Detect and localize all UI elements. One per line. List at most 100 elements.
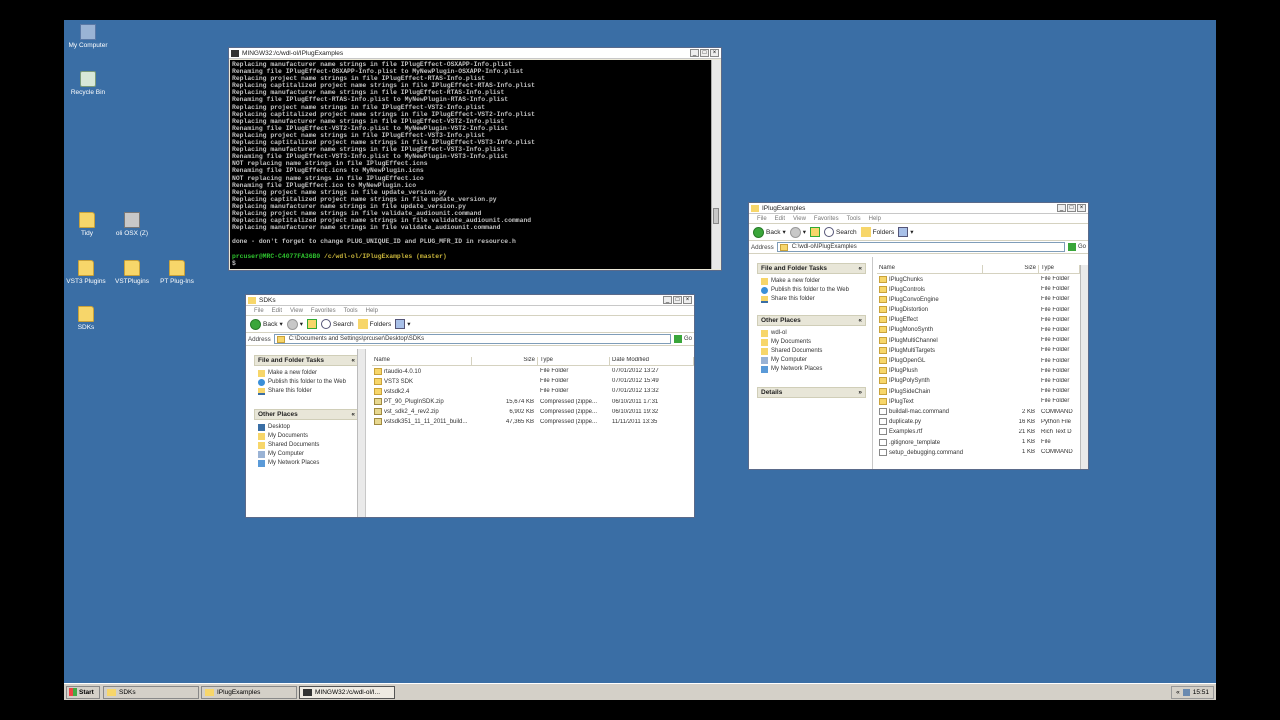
forward-button[interactable]: ▾ <box>286 318 303 330</box>
go-button[interactable]: Go <box>1067 243 1086 251</box>
collapse-icon[interactable]: « <box>351 357 355 364</box>
panel-header[interactable]: Details » <box>757 387 866 398</box>
file-row[interactable]: IPlugControls File Folder <box>877 284 1088 294</box>
network-status-icon[interactable] <box>1182 688 1190 696</box>
column-size[interactable]: Size <box>472 357 538 365</box>
sdks-titlebar[interactable]: SDKs _ □ × <box>246 295 694 306</box>
maximize-button[interactable]: □ <box>1067 204 1076 212</box>
search-button[interactable]: Search <box>823 227 857 237</box>
close-button[interactable]: × <box>683 296 692 304</box>
desktop-icon-pt-plugins[interactable]: PT Plug-Ins <box>153 260 201 286</box>
task-pane-scrollbar[interactable] <box>357 349 365 517</box>
close-button[interactable]: × <box>710 49 719 57</box>
console-window[interactable]: MINGW32:/c/wdl-ol/IPlugExamples _ □ × Re… <box>228 47 722 271</box>
menu-view[interactable]: View <box>290 308 303 314</box>
panel-header[interactable]: Other Places « <box>757 315 866 326</box>
file-row[interactable]: IPlugEffect File Folder <box>877 315 1088 325</box>
file-row[interactable]: IPlugPolySynth File Folder <box>877 376 1088 386</box>
task-make-folder[interactable]: Make a new folder <box>258 369 355 378</box>
forward-button[interactable]: ▾ <box>789 226 806 238</box>
file-row[interactable]: IPlugDistortion File Folder <box>877 305 1088 315</box>
maximize-button[interactable]: □ <box>673 296 682 304</box>
file-row[interactable]: IPlugConvoEngine File Folder <box>877 294 1088 304</box>
console-titlebar[interactable]: MINGW32:/c/wdl-ol/IPlugExamples _ □ × <box>229 48 721 59</box>
column-name[interactable]: Name <box>372 357 472 365</box>
close-button[interactable]: × <box>1077 204 1086 212</box>
menu-file[interactable]: File <box>757 216 767 222</box>
expand-icon[interactable]: » <box>858 389 862 396</box>
views-button[interactable]: ▾ <box>395 319 411 329</box>
file-row[interactable]: vstsdk2.4 File Folder 07/01/2012 13:32 <box>372 386 694 396</box>
desktop-icon-my-computer[interactable]: My Computer <box>64 24 112 50</box>
console-output[interactable]: Replacing manufacturer name strings in f… <box>230 60 711 269</box>
address-field[interactable]: C:\wdl-ol\IPlugExamples <box>776 242 1065 252</box>
minimize-button[interactable]: _ <box>1057 204 1066 212</box>
place-shared-documents[interactable]: Shared Documents <box>258 441 355 450</box>
file-row[interactable]: .gitignore_template 1 KB File <box>877 437 1088 447</box>
clock[interactable]: 15:51 <box>1193 689 1209 696</box>
menu-file[interactable]: File <box>254 308 264 314</box>
file-row[interactable]: vst_sdk2_4_rev2.zip 6,902 KB Compressed (z… <box>372 407 694 417</box>
folders-button[interactable]: Folders <box>357 319 391 329</box>
go-button[interactable]: Go <box>673 335 692 343</box>
column-name[interactable]: Name <box>877 265 983 273</box>
taskbar-button-sdks[interactable]: SDKs <box>103 685 199 699</box>
file-row[interactable]: buildall-mac.command 2 KB COMMAND <box>877 406 1088 416</box>
desktop-icon-vstplugins[interactable]: VSTPlugins <box>108 260 156 286</box>
place-my-documents[interactable]: My Documents <box>258 432 355 441</box>
folders-button[interactable]: Folders <box>860 227 894 237</box>
menu-tools[interactable]: Tools <box>344 308 358 314</box>
collapse-icon[interactable]: « <box>858 265 862 272</box>
panel-header[interactable]: File and Folder Tasks « <box>254 355 359 366</box>
collapse-icon[interactable]: « <box>351 411 355 418</box>
minimize-button[interactable]: _ <box>690 49 699 57</box>
file-row[interactable]: duplicate.py 16 KB Python File <box>877 417 1088 427</box>
menu-edit[interactable]: Edit <box>775 216 785 222</box>
menu-favorites[interactable]: Favorites <box>311 308 336 314</box>
iplugexamples-window[interactable]: IPlugExamples _ □ × File Edit View Favor… <box>748 202 1089 470</box>
column-type[interactable]: Type <box>538 357 610 365</box>
menu-view[interactable]: View <box>793 216 806 222</box>
back-button[interactable]: Back ▾ <box>753 226 786 238</box>
menu-favorites[interactable]: Favorites <box>814 216 839 222</box>
maximize-button[interactable]: □ <box>700 49 709 57</box>
column-size[interactable]: Size <box>983 265 1039 273</box>
task-publish[interactable]: Publish this folder to the Web <box>258 378 355 387</box>
desktop-icon-vst3-plugins[interactable]: VST3 Plugins <box>64 260 110 286</box>
sdks-window[interactable]: SDKs _ □ × File Edit View Favorites Tool… <box>245 294 695 518</box>
search-button[interactable]: Search <box>320 319 354 329</box>
file-row[interactable]: PT_90_PlugInSDK.zip 15,674 KB Compressed (… <box>372 397 694 407</box>
menu-tools[interactable]: Tools <box>847 216 861 222</box>
desktop-icon-tidy[interactable]: Tidy <box>64 212 111 238</box>
column-type[interactable]: Type <box>1039 265 1080 273</box>
place-network[interactable]: My Network Places <box>761 365 862 374</box>
file-row[interactable]: IPlugMultiTargets File Folder <box>877 345 1088 355</box>
place-network[interactable]: My Network Places <box>258 459 355 468</box>
place-desktop[interactable]: Desktop <box>258 423 355 432</box>
scroll-thumb[interactable] <box>713 208 719 224</box>
tray-expand-icon[interactable]: « <box>1176 689 1180 696</box>
place-my-computer[interactable]: My Computer <box>761 356 862 365</box>
file-row[interactable]: IPlugChunks File Folder <box>877 274 1088 284</box>
menu-help[interactable]: Help <box>366 308 378 314</box>
up-button[interactable] <box>306 319 317 329</box>
desktop-icon-recycle-bin[interactable]: Recycle Bin <box>64 71 112 97</box>
minimize-button[interactable]: _ <box>663 296 672 304</box>
place-shared-documents[interactable]: Shared Documents <box>761 347 862 356</box>
panel-header[interactable]: Other Places « <box>254 409 359 420</box>
file-row[interactable]: IPlugSideChain File Folder <box>877 386 1088 396</box>
task-share[interactable]: Share this folder <box>761 295 862 304</box>
panel-header[interactable]: File and Folder Tasks « <box>757 263 866 274</box>
menu-help[interactable]: Help <box>869 216 881 222</box>
start-button[interactable]: Start <box>66 685 100 699</box>
taskbar-button-iplugexamples[interactable]: IPlugExamples <box>201 685 297 699</box>
file-row[interactable]: rtaudio-4.0.10 File Folder 07/01/2012 13:2… <box>372 366 694 376</box>
file-list-scrollbar[interactable] <box>1080 265 1088 469</box>
file-row[interactable]: vstsdk351_11_11_2011_build... 47,365 KB Co… <box>372 417 694 427</box>
file-row[interactable]: IPlugMonoSynth File Folder <box>877 325 1088 335</box>
desktop-icon-sdks[interactable]: SDKs <box>64 306 110 332</box>
desktop-icon-oli-osx[interactable]: oli OSX (Z) <box>108 212 156 238</box>
iplug-titlebar[interactable]: IPlugExamples _ □ × <box>749 203 1088 214</box>
file-row[interactable]: VST3 SDK File Folder 07/01/2012 15:49 <box>372 376 694 386</box>
file-row[interactable]: IPlugText File Folder <box>877 396 1088 406</box>
